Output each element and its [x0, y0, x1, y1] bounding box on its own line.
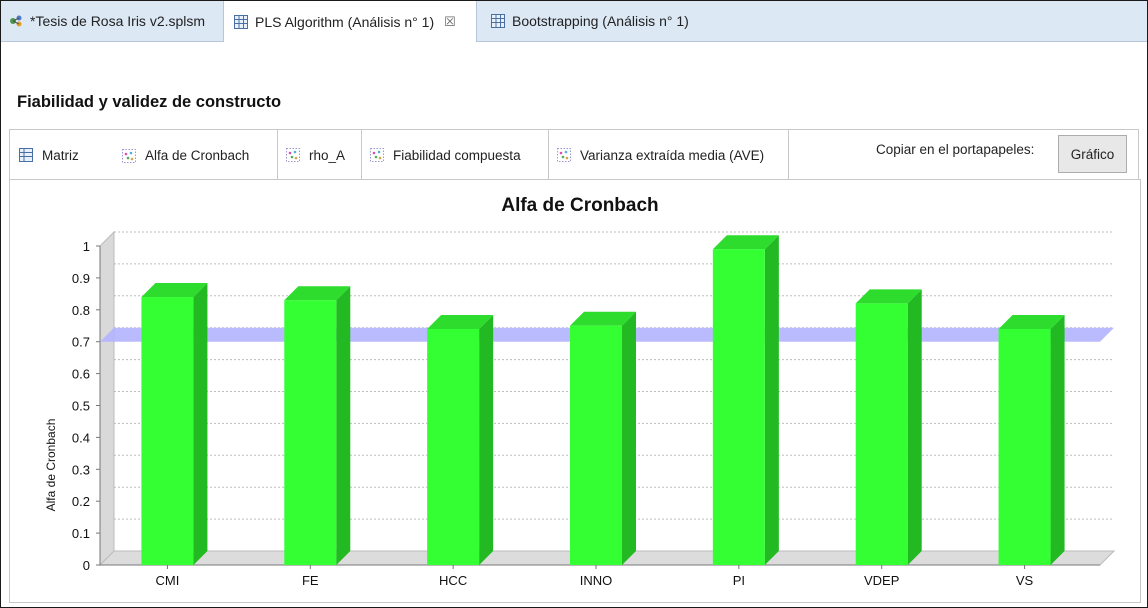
tab-fiabilidad-label: Fiabilidad compuesta	[393, 147, 521, 163]
tab-bootstrapping-label: Bootstrapping (Análisis n° 1)	[512, 13, 689, 29]
x-tick-label: FE	[302, 573, 319, 588]
section-title: Fiabilidad y validez de constructo	[17, 93, 282, 111]
y-tick-label: 0.3	[72, 462, 90, 477]
tab-fiabilidad-compuesta[interactable]: Fiabilidad compuesta	[361, 130, 549, 180]
graph-copy-button[interactable]: Gráfico	[1058, 135, 1127, 173]
tab-matriz[interactable]: Matriz	[10, 130, 114, 180]
bar-chart: Alfa de Cronbach Alfa de Cronbach 0 0.1 0.…	[44, 195, 1116, 588]
bar	[712, 249, 765, 565]
bar-side	[622, 311, 636, 565]
bar-side	[479, 314, 494, 565]
y-tick-label: 0.7	[72, 335, 90, 350]
x-tick-label: CMI	[156, 573, 180, 588]
bar-side	[907, 289, 922, 565]
tab-rho-label: rho_A	[309, 147, 346, 163]
y-tick-label: 0.2	[72, 494, 90, 509]
chart-title: Alfa de Cronbach	[501, 195, 658, 216]
tab-project[interactable]: *Tesis de Rosa Iris v2.splsm	[9, 1, 205, 41]
tab-alfa-label: Alfa de Cronbach	[145, 148, 250, 163]
tab-matriz-label: Matriz	[42, 147, 79, 163]
bar	[141, 297, 194, 565]
x-tick-label: HCC	[439, 573, 467, 588]
editor-tab-bar: *Tesis de Rosa Iris v2.splsm PLS Algorit…	[1, 1, 1147, 42]
y-tick-label: 0.9	[72, 271, 90, 286]
tab-project-label: *Tesis de Rosa Iris v2.splsm	[30, 13, 206, 29]
chart-dots-icon	[122, 148, 136, 163]
tab-bootstrapping[interactable]: Bootstrapping (Análisis n° 1)	[491, 1, 689, 41]
chart-dots-icon	[557, 148, 571, 162]
y-tick-label: 0.4	[72, 430, 90, 445]
x-tick-label: PI	[733, 573, 745, 588]
chart-dots-icon	[370, 148, 384, 162]
grid-icon	[491, 14, 505, 28]
y-tick-label: 0.5	[72, 399, 90, 414]
bar	[998, 328, 1051, 565]
tab-pls-label: PLS Algorithm (Análisis n° 1)	[255, 13, 435, 30]
tab-ave[interactable]: Varianza extraída media (AVE)	[548, 130, 789, 180]
bar-side	[764, 235, 779, 565]
bar-side	[1050, 314, 1065, 565]
y-tick-label: 0.1	[72, 526, 90, 541]
tab-ave-label: Varianza extraída media (AVE)	[580, 147, 765, 163]
y-tick-label: 0	[83, 558, 90, 573]
bar	[284, 300, 337, 565]
bar	[570, 325, 622, 565]
x-tick-label: VS	[1016, 573, 1034, 588]
bar	[427, 328, 480, 565]
tab-alfa-cronbach[interactable]: Alfa de Cronbach	[113, 130, 278, 181]
chart-panel: Alfa de Cronbach Alfa de Cronbach 0 0.1 0.…	[9, 179, 1141, 603]
grid-icon	[19, 148, 33, 162]
grid-icon	[234, 14, 248, 29]
bar-side	[193, 283, 208, 565]
x-tick-label: INNO	[580, 573, 613, 588]
copy-label: Copiar en el portapapeles:	[876, 142, 1035, 157]
tab-pls-algorithm[interactable]: PLS Algorithm (Análisis n° 1) ☒	[223, 1, 477, 42]
y-axis-label: Alfa de Cronbach	[44, 419, 58, 512]
chart-side-wall	[99, 230, 115, 567]
window-frame: *Tesis de Rosa Iris v2.splsm PLS Algorit…	[0, 0, 1148, 608]
y-tick-label: 0.8	[72, 303, 90, 318]
close-icon[interactable]: ☒	[444, 14, 456, 30]
bar	[855, 303, 908, 565]
chart-dots-icon	[286, 148, 300, 162]
y-tick-label: 1	[83, 239, 90, 254]
tab-rho-a[interactable]: rho_A	[277, 130, 362, 180]
bar-side	[336, 286, 351, 565]
project-icon	[10, 15, 22, 27]
x-tick-label: VDEP	[864, 573, 899, 588]
y-tick-label: 0.6	[72, 367, 90, 382]
